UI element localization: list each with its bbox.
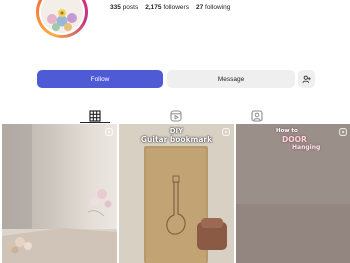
reel-badge-icon [105, 128, 113, 136]
followers-count: 2,175 [145, 4, 162, 11]
grid-icon [89, 110, 101, 122]
active-tab-indicator [80, 122, 110, 123]
follow-button[interactable]: Follow [37, 70, 163, 88]
profile-stats: 335 posts 2,175 followers 27 following [110, 4, 230, 11]
posts-count: 335 [110, 4, 121, 11]
post-2-image [119, 124, 234, 263]
followers-stat[interactable]: 2,175 followers [145, 4, 189, 11]
post-thumbnail-3[interactable]: How to DOOR Hanging [236, 124, 350, 263]
post-3-caption-line-2: DOOR [282, 135, 307, 144]
followers-label: followers [163, 4, 189, 11]
avatar[interactable] [41, 0, 83, 33]
avatar-border [39, 0, 85, 35]
following-count: 27 [195, 4, 204, 11]
post-2-caption-line-2: Guitar bookmark [140, 135, 213, 144]
posts-stat: 335 posts [110, 4, 138, 11]
posts-label: posts [122, 4, 139, 11]
post-thumbnail-1[interactable] [2, 124, 117, 263]
following-stat[interactable]: 27 following [196, 4, 230, 11]
post-3-caption-line-1: How to [276, 128, 298, 134]
reels-icon [170, 110, 182, 122]
following-label: following [205, 4, 231, 11]
post-2-caption-line-1: DIY [169, 127, 184, 135]
post-thumbnail-2[interactable]: DIY Guitar bookmark [119, 124, 234, 263]
post-3-caption-line-3: Hanging [292, 144, 321, 151]
tab-tagged[interactable] [251, 109, 263, 122]
tab-posts[interactable] [89, 109, 101, 122]
message-button[interactable]: Message [167, 70, 295, 88]
tab-reels[interactable] [170, 109, 182, 122]
tagged-icon [251, 110, 263, 122]
avatar-image [41, 0, 83, 33]
reel-badge-icon [339, 128, 347, 136]
avatar-story-ring[interactable] [36, 0, 88, 38]
post-1-image [2, 124, 117, 263]
suggested-accounts-button[interactable] [298, 70, 315, 88]
add-person-icon [302, 75, 311, 83]
